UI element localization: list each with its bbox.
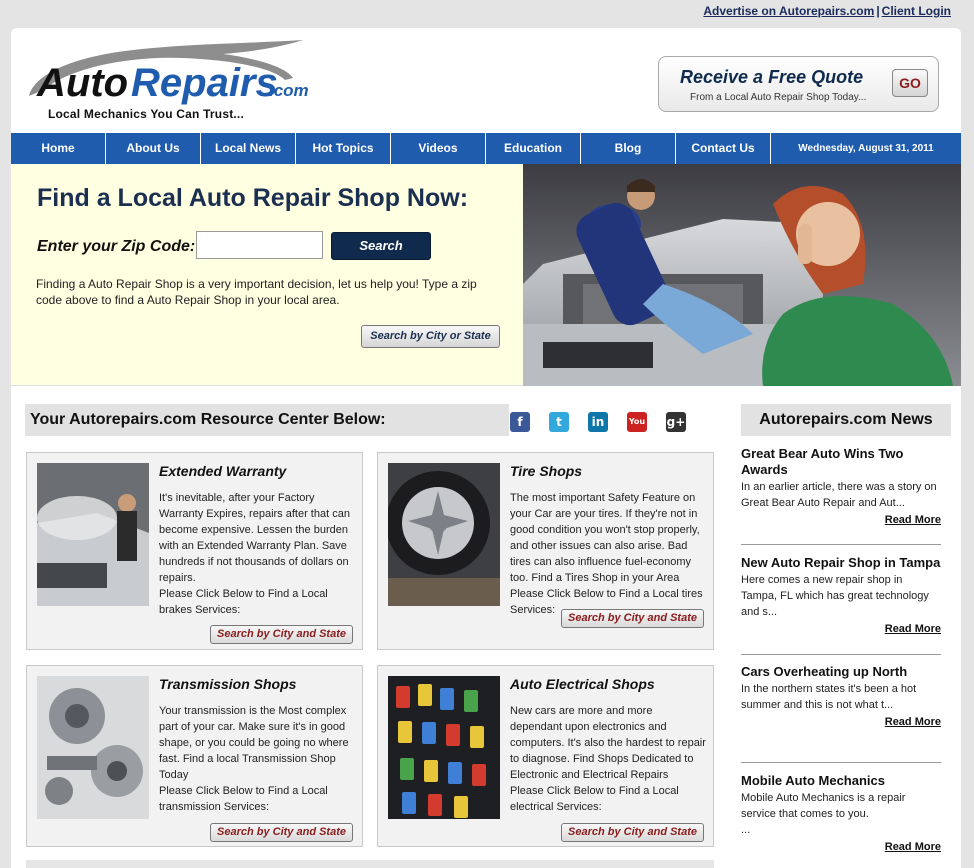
linkedin-icon[interactable]: in bbox=[588, 412, 608, 432]
quote-subtitle: From a Local Auto Repair Shop Today... bbox=[690, 92, 867, 103]
news-item-summary: Mobile Auto Mechanics is a repair servic… bbox=[741, 792, 906, 836]
hero-search-panel: Find a Local Auto Repair Shop Now: Enter… bbox=[11, 164, 523, 386]
news-title: Autorepairs.com News bbox=[741, 404, 951, 436]
google-plus-icon[interactable]: g+ bbox=[666, 412, 686, 432]
quote-go-button[interactable]: GO bbox=[892, 69, 928, 97]
card-thumb-warranty bbox=[37, 463, 149, 606]
free-quote-box[interactable]: Receive a Free Quote From a Local Auto R… bbox=[658, 56, 939, 112]
quote-title: Receive a Free Quote bbox=[680, 67, 864, 87]
nav-education[interactable]: Education bbox=[486, 133, 581, 164]
logo-car-outline-icon: Auto Repairs .com bbox=[29, 40, 309, 105]
card-title-electrical: Auto Electrical Shops bbox=[510, 676, 655, 692]
search-by-city-state-button[interactable]: Search by City or State bbox=[361, 325, 500, 348]
card-thumb-transmission bbox=[37, 676, 149, 819]
news-item-title[interactable]: Cars Overheating up North bbox=[741, 664, 941, 680]
resource-center-title: Your Autorepairs.com Resource Center Bel… bbox=[25, 404, 509, 436]
card-tire-shops: Tire Shops The most important Safety Fea… bbox=[377, 452, 714, 650]
news-item-title[interactable]: Mobile Auto Mechanics bbox=[741, 773, 941, 789]
card-cta-warranty: Please Click Below to Find a Local brake… bbox=[159, 588, 328, 616]
news-item-title[interactable]: Great Bear Auto Wins Two Awards bbox=[741, 446, 941, 478]
nav-date: Wednesday, August 31, 2011 bbox=[798, 143, 934, 154]
zip-input[interactable] bbox=[196, 231, 323, 259]
nav-about-us[interactable]: About Us bbox=[106, 133, 201, 164]
zip-label: Enter your Zip Code: bbox=[37, 238, 196, 255]
card-title-tires: Tire Shops bbox=[510, 463, 583, 479]
card-text-transmission: Your transmission is the Most complex pa… bbox=[159, 705, 349, 781]
page-container: Auto Repairs .com Local Mechanics You Ca… bbox=[11, 28, 961, 868]
card-button-electrical[interactable]: Search by City and State bbox=[561, 823, 704, 842]
main-nav: Home About Us Local News Hot Topics Vide… bbox=[11, 133, 961, 164]
hero-photo bbox=[523, 164, 961, 386]
read-more-link[interactable]: Read More bbox=[741, 623, 941, 635]
card-thumb-tires bbox=[388, 463, 500, 606]
nav-blog[interactable]: Blog bbox=[581, 133, 676, 164]
hero-description: Finding a Auto Repair Shop is a very imp… bbox=[36, 277, 477, 307]
nav-contact-us[interactable]: Contact Us bbox=[676, 133, 771, 164]
read-more-link[interactable]: Read More bbox=[741, 841, 941, 853]
read-more-link[interactable]: Read More bbox=[741, 716, 941, 728]
logo-tagline: Local Mechanics You Can Trust... bbox=[48, 107, 245, 121]
card-body-electrical: New cars are more and more dependant upo… bbox=[510, 703, 706, 815]
card-cta-electrical: Please Click Below to Find a Local elect… bbox=[510, 785, 679, 813]
nav-home[interactable]: Home bbox=[11, 133, 106, 164]
news-divider bbox=[741, 654, 941, 655]
social-links: f t in You g+ bbox=[510, 412, 686, 432]
news-item: Great Bear Auto Wins Two Awards In an ea… bbox=[741, 446, 941, 526]
card-text-tires: The most important Safety Feature on you… bbox=[510, 492, 700, 584]
news-item-summary: In the northern states it's been a hot s… bbox=[741, 683, 917, 711]
card-body-transmission: Your transmission is the Most complex pa… bbox=[159, 703, 355, 815]
hero-heading: Find a Local Auto Repair Shop Now: bbox=[37, 184, 469, 212]
news-divider bbox=[741, 762, 941, 763]
card-text-electrical: New cars are more and more dependant upo… bbox=[510, 705, 706, 781]
card-body-warranty: It's inevitable, after your Factory Warr… bbox=[159, 490, 355, 618]
card-thumb-electrical bbox=[388, 676, 500, 819]
card-button-tires[interactable]: Search by City and State bbox=[561, 609, 704, 628]
bottom-bar bbox=[26, 860, 714, 868]
logo-text-repairs: Repairs bbox=[131, 61, 278, 105]
nav-local-news[interactable]: Local News bbox=[201, 133, 296, 164]
card-auto-electrical-shops: Auto Electrical Shops New cars are more … bbox=[377, 665, 714, 847]
logo-text-com: .com bbox=[269, 81, 309, 100]
logo-text-auto: Auto bbox=[36, 61, 128, 105]
search-button[interactable]: Search bbox=[331, 232, 431, 260]
card-title-transmission: Transmission Shops bbox=[159, 676, 297, 692]
top-links: Advertise on Autorepairs.com | Client Logi… bbox=[703, 4, 951, 18]
card-button-warranty[interactable]: Search by City and State bbox=[210, 625, 353, 644]
read-more-link[interactable]: Read More bbox=[741, 514, 941, 526]
news-divider bbox=[741, 544, 941, 545]
news-item: Cars Overheating up North In the norther… bbox=[741, 664, 941, 728]
youtube-icon[interactable]: You bbox=[627, 412, 647, 432]
card-body-tires: The most important Safety Feature on you… bbox=[510, 490, 706, 618]
card-title-warranty: Extended Warranty bbox=[159, 463, 287, 479]
nav-videos[interactable]: Videos bbox=[391, 133, 486, 164]
client-login-link[interactable]: Client Login bbox=[882, 4, 951, 18]
card-text-warranty: It's inevitable, after your Factory Warr… bbox=[159, 492, 350, 584]
card-button-transmission[interactable]: Search by City and State bbox=[210, 823, 353, 842]
card-transmission-shops: Transmission Shops Your transmission is … bbox=[26, 665, 363, 847]
card-cta-transmission: Please Click Below to Find a Local trans… bbox=[159, 785, 328, 813]
facebook-icon[interactable]: f bbox=[510, 412, 530, 432]
news-item: Mobile Auto Mechanics Mobile Auto Mechan… bbox=[741, 773, 941, 853]
news-item-title[interactable]: New Auto Repair Shop in Tampa bbox=[741, 555, 941, 571]
site-logo[interactable]: Auto Repairs .com Local Mechanics You Ca… bbox=[23, 38, 323, 130]
advertise-link[interactable]: Advertise on Autorepairs.com bbox=[703, 4, 874, 18]
news-item-summary: In an earlier article, there was a story… bbox=[741, 481, 937, 509]
news-item-summary: Here comes a new repair shop in Tampa, F… bbox=[741, 574, 929, 618]
top-links-separator: | bbox=[876, 4, 880, 18]
card-extended-warranty: Extended Warranty It's inevitable, after… bbox=[26, 452, 363, 650]
twitter-icon[interactable]: t bbox=[549, 412, 569, 432]
news-item: New Auto Repair Shop in Tampa Here comes… bbox=[741, 555, 941, 635]
nav-hot-topics[interactable]: Hot Topics bbox=[296, 133, 391, 164]
